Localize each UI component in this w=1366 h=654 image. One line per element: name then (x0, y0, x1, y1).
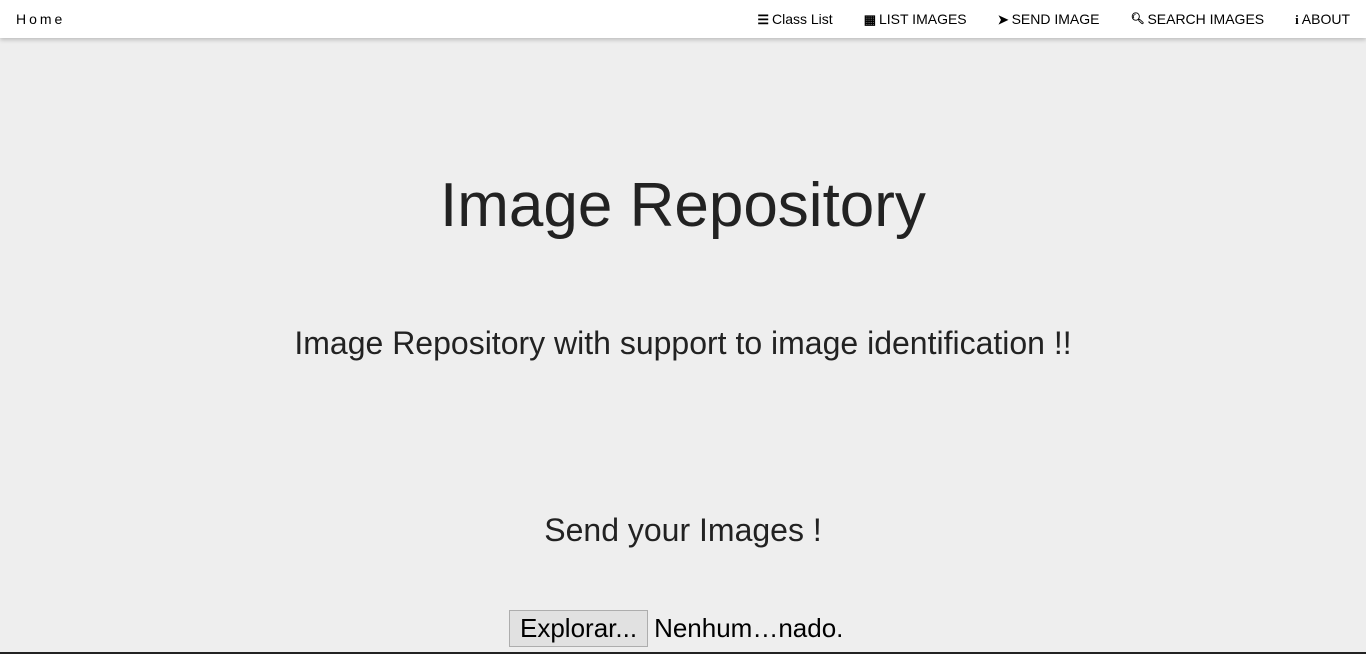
page-title: Image Repository (440, 171, 926, 240)
nav-class-list[interactable]: ☰ Class List (757, 11, 832, 27)
nav-search-images[interactable]: 🔍︎ SEARCH IMAGES (1130, 11, 1264, 27)
nav-send-image[interactable]: ➤ SEND IMAGE (998, 11, 1100, 27)
nav-label: ABOUT (1301, 11, 1350, 27)
paper-plane-icon: ➤ (997, 11, 1009, 27)
info-icon: i (1295, 11, 1299, 27)
nav-label: SEND IMAGE (1011, 11, 1100, 27)
nav-list-images[interactable]: ▦ LIST IMAGES (864, 11, 967, 27)
nav-links: ☰ Class List ▦ LIST IMAGES ➤ SEND IMAGE 🔍︎ S… (757, 11, 1350, 27)
file-input[interactable]: Explorar... Nenhum…nado. (509, 610, 843, 647)
list-icon: ☰ (757, 11, 769, 27)
top-navbar: Home ☰ Class List ▦ LIST IMAGES ➤ SEND IMAG… (0, 0, 1366, 38)
grid-icon: ▦ (863, 11, 876, 27)
search-icon: 🔍︎ (1130, 12, 1145, 25)
nav-about[interactable]: i ABOUT (1295, 11, 1350, 27)
nav-label: LIST IMAGES (878, 11, 967, 27)
home-link[interactable]: Home (16, 11, 65, 27)
nav-label: Class List (772, 11, 833, 27)
page-subtitle: Image Repository with support to image i… (294, 325, 1072, 361)
send-heading: Send your Images ! (544, 512, 822, 548)
browse-button[interactable]: Explorar... (509, 610, 649, 647)
file-status: Nenhum…nado. (654, 613, 844, 643)
nav-label: SEARCH IMAGES (1147, 11, 1265, 27)
